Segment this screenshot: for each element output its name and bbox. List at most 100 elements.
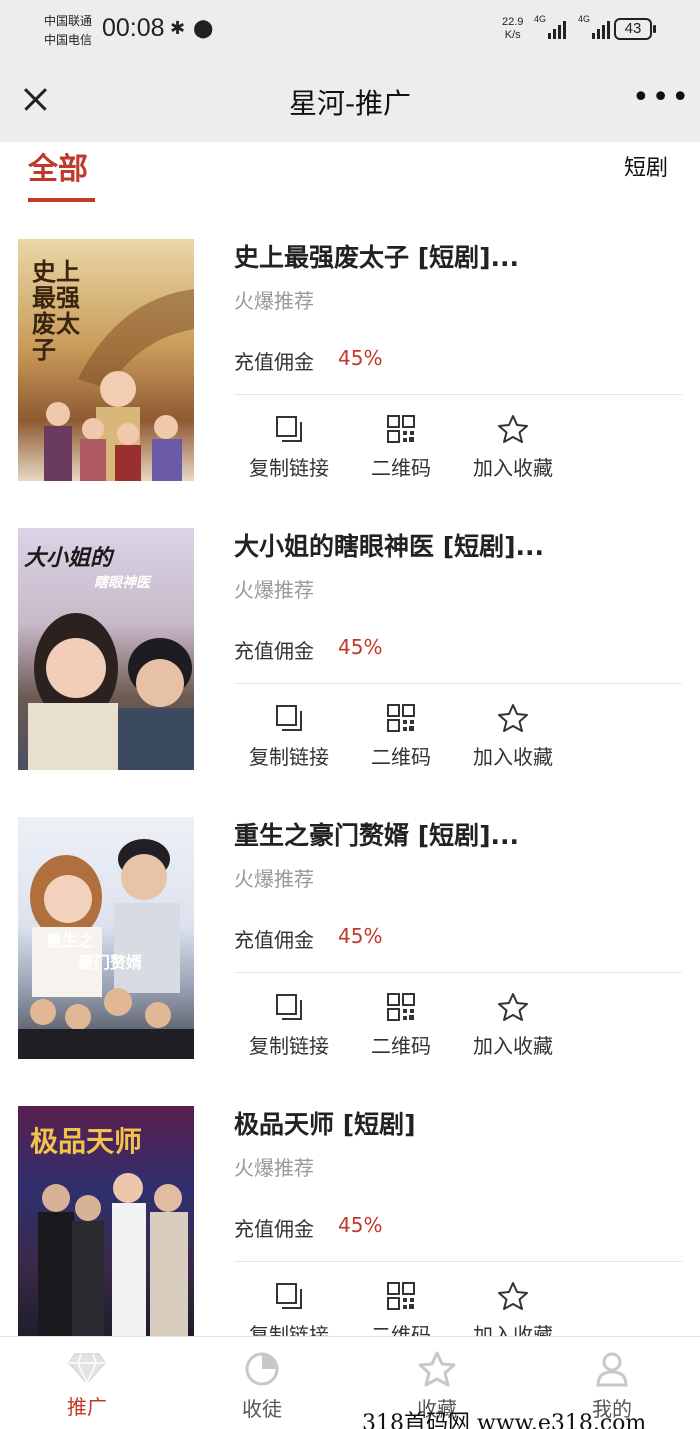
promotion-list: 史上最强废太子 史上最强废太子 [短剧]... 火爆推荐 充值佣金 45% 复制… <box>0 206 700 1336</box>
list-item[interactable]: 大小姐的 瞎眼神医 大小姐的瞎眼神医 [短剧]... 火爆推荐 充值佣金 45%… <box>0 495 700 784</box>
add-favorite-button[interactable]: 加入收藏 <box>463 703 563 770</box>
qrcode-icon <box>387 993 415 1021</box>
carrier-2: 中国电信 <box>44 33 93 47</box>
divider <box>234 972 682 973</box>
user-icon <box>596 1352 628 1387</box>
star-icon <box>498 1282 528 1310</box>
add-favorite-label: 加入收藏 <box>473 1034 553 1058</box>
net-speed-unit: K/s <box>504 29 521 41</box>
copy-icon <box>276 416 302 442</box>
commission-value: 45% <box>338 346 383 370</box>
copy-link-label: 复制链接 <box>249 745 329 769</box>
item-title[interactable]: 大小姐的瞎眼神医 [短剧]... <box>234 527 544 563</box>
add-favorite-button[interactable]: 加入收藏 <box>463 414 563 481</box>
copy-link-button[interactable]: 复制链接 <box>239 1281 339 1336</box>
qrcode-button[interactable]: 二维码 <box>351 703 451 770</box>
title-bar: 星河-推广 ••• <box>0 62 700 142</box>
copy-icon <box>276 1283 302 1309</box>
qrcode-button[interactable]: 二维码 <box>351 414 451 481</box>
diamond-icon <box>68 1353 106 1385</box>
add-favorite-button[interactable]: 加入收藏 <box>463 992 563 1059</box>
nav-apprentice-label: 收徒 <box>242 1397 282 1421</box>
commission-label: 充值佣金 <box>234 928 314 952</box>
signal-2-icon <box>592 19 610 39</box>
item-title[interactable]: 史上最强废太子 [短剧]... <box>234 238 519 274</box>
item-subtitle: 火爆推荐 <box>234 289 314 313</box>
star-icon <box>498 704 528 732</box>
add-favorite-label: 加入收藏 <box>473 1323 553 1336</box>
signal-1-icon <box>548 19 566 39</box>
add-favorite-button[interactable]: 加入收藏 <box>463 1281 563 1336</box>
copy-link-button[interactable]: 复制链接 <box>239 414 339 481</box>
copy-link-label: 复制链接 <box>249 1034 329 1058</box>
net-speed-value: 22.9 <box>502 16 524 28</box>
poster-image[interactable]: 极品天师 <box>18 1106 194 1336</box>
copy-link-label: 复制链接 <box>249 456 329 480</box>
commission-label: 充值佣金 <box>234 639 314 663</box>
nav-apprentice[interactable]: 收徒 <box>207 1351 317 1422</box>
poster-title: 极品天师 <box>30 1125 143 1158</box>
commission-label: 充值佣金 <box>234 350 314 374</box>
poster-title: 大小姐的 <box>24 545 113 571</box>
poster-image[interactable]: 重生之 豪门赘婿 <box>18 817 194 1059</box>
pie-chart-icon <box>245 1352 279 1386</box>
item-subtitle: 火爆推荐 <box>234 578 314 602</box>
carrier-names: 中国联通 中国电信 <box>44 12 92 50</box>
qrcode-icon <box>387 704 415 732</box>
commission-value: 45% <box>338 1213 383 1237</box>
copy-link-label: 复制链接 <box>249 1323 329 1336</box>
poster-art <box>18 839 194 1059</box>
commission-label: 充值佣金 <box>234 1217 314 1241</box>
qrcode-icon <box>387 1282 415 1310</box>
qrcode-icon <box>387 415 415 443</box>
carrier-1: 中国联通 <box>44 14 93 28</box>
poster-subtitle: 瞎眼神医 <box>94 575 150 591</box>
qrcode-label: 二维码 <box>371 1323 431 1336</box>
qrcode-button[interactable]: 二维码 <box>351 1281 451 1336</box>
poster-title: 重生之 <box>46 931 95 950</box>
qrcode-button[interactable]: 二维码 <box>351 992 451 1059</box>
status-time: 00:08 <box>102 14 165 42</box>
add-favorite-label: 加入收藏 <box>473 456 553 480</box>
divider <box>234 1261 682 1262</box>
nav-promote[interactable]: 推广 <box>32 1351 142 1420</box>
location-icon: ⬤ <box>193 18 214 39</box>
list-item[interactable]: 极品天师 极品天师 [短剧] 火爆推荐 充值佣金 45% 复制链接 二维码 加入… <box>0 1073 700 1336</box>
poster-title: 史上最强废太子 <box>32 257 80 364</box>
more-menu-button[interactable]: ••• <box>632 83 691 113</box>
tab-drama[interactable]: 短剧 <box>624 150 668 182</box>
net-speed: 22.9 K/s <box>502 16 523 42</box>
copy-link-button[interactable]: 复制链接 <box>239 992 339 1059</box>
watermark-text: 318首码网 www.e318.com <box>362 1411 647 1429</box>
page-title: 星河-推广 <box>288 87 412 120</box>
commission-value: 45% <box>338 924 383 948</box>
category-tabs: 全部 短剧 <box>0 142 700 206</box>
nav-promote-label: 推广 <box>67 1395 107 1419</box>
poster-image[interactable]: 史上最强废太子 <box>18 239 194 481</box>
qrcode-label: 二维码 <box>371 456 431 480</box>
star-icon <box>498 415 528 443</box>
qrcode-label: 二维码 <box>371 745 431 769</box>
copy-icon <box>276 994 302 1020</box>
poster-image[interactable]: 大小姐的 瞎眼神医 <box>18 528 194 770</box>
tab-active-indicator <box>28 198 95 202</box>
divider <box>234 394 682 395</box>
copy-icon <box>276 705 302 731</box>
list-item[interactable]: 史上最强废太子 史上最强废太子 [短剧]... 火爆推荐 充值佣金 45% 复制… <box>0 206 700 495</box>
battery-indicator: 43 <box>614 18 656 40</box>
tab-all[interactable]: 全部 <box>28 144 88 188</box>
signal-2-label: 4G <box>578 14 591 24</box>
star-icon <box>498 993 528 1021</box>
status-bar: 中国联通 中国电信 00:08 ✱ ⬤ 22.9 K/s 4G 4G 43 <box>0 0 700 62</box>
copy-link-button[interactable]: 复制链接 <box>239 703 339 770</box>
commission-value: 45% <box>338 635 383 659</box>
item-title[interactable]: 重生之豪门赘婿 [短剧]... <box>234 816 519 852</box>
star-icon <box>418 1351 456 1387</box>
qrcode-label: 二维码 <box>371 1034 431 1058</box>
bluetooth-icon: ✱ <box>170 18 186 39</box>
item-title[interactable]: 极品天师 [短剧] <box>234 1105 416 1141</box>
poster-subtitle: 豪门赘婿 <box>78 953 143 972</box>
divider <box>234 683 682 684</box>
list-item[interactable]: 重生之 豪门赘婿 重生之豪门赘婿 [短剧]... 火爆推荐 充值佣金 45% 复… <box>0 784 700 1073</box>
item-subtitle: 火爆推荐 <box>234 867 314 891</box>
